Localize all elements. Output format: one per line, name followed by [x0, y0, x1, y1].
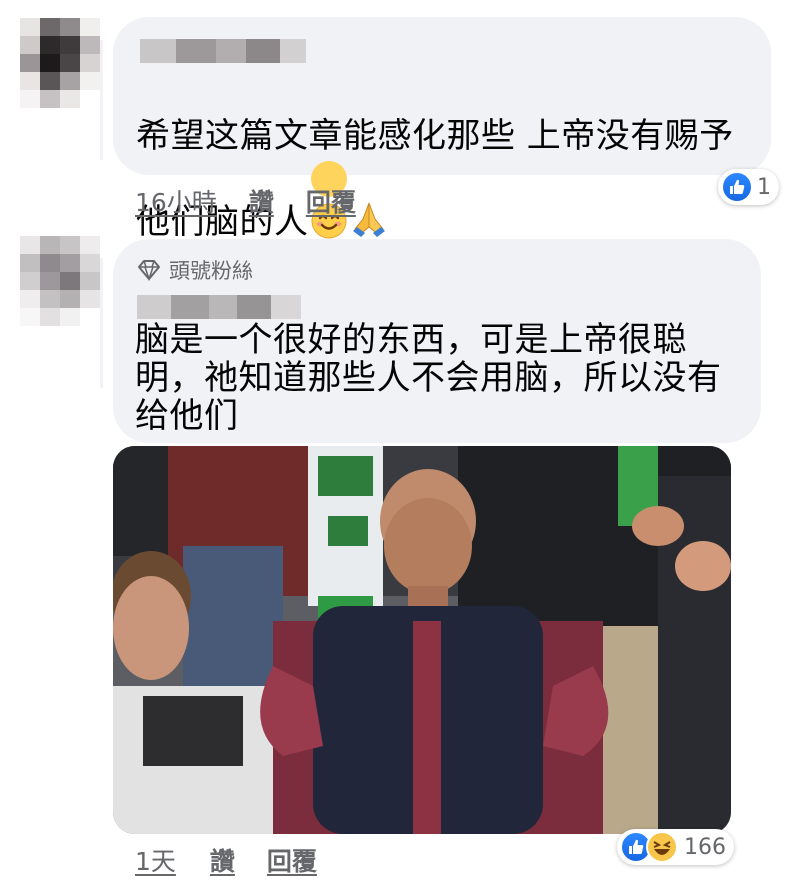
comment-timestamp[interactable]: 1天	[135, 842, 176, 878]
haha-reaction-icon	[646, 831, 678, 863]
commenter-name-blurred[interactable]	[137, 295, 301, 319]
reaction-count: 166	[684, 834, 726, 860]
commenter-name-blurred[interactable]	[140, 39, 306, 63]
meme-photo[interactable]	[113, 446, 731, 834]
comment-text: 脑是一个很好的东西，可是上帝很聪 明，祂知道那些人不会用脑，所以没有 给他们	[135, 320, 722, 436]
commenter-avatar-blurred[interactable]	[20, 18, 100, 108]
thread-line	[100, 258, 103, 388]
thread-line	[100, 40, 103, 160]
reaction-count: 1	[757, 174, 771, 200]
diamond-icon	[137, 259, 161, 281]
reply-button[interactable]: 回覆	[306, 183, 356, 219]
reaction-summary-2[interactable]: 166	[617, 829, 734, 865]
commenter-avatar-blurred[interactable]	[20, 236, 100, 326]
like-reaction-icon	[721, 171, 753, 203]
comment-timestamp[interactable]: 16小時	[135, 183, 217, 219]
comment-bubble-1[interactable]: 希望这篇文章能感化那些 上帝没有赐予 他们脑的人	[113, 17, 771, 242]
reaction-summary-1[interactable]: 1	[718, 169, 779, 205]
top-fan-badge[interactable]: 頭號粉絲	[137, 255, 253, 285]
like-button[interactable]: 讚	[210, 842, 235, 878]
reply-button[interactable]: 回覆	[267, 842, 317, 878]
comment-bubble-2[interactable]: 頭號粉絲 脑是一个很好的东西，可是上帝很聪 明，祂知道那些人不会用脑，所以没有 …	[113, 239, 761, 443]
like-button[interactable]: 讚	[249, 183, 274, 219]
comment-text-body: 希望这篇文章能感化那些 上帝没有赐予 他们脑的人	[136, 116, 734, 242]
comment-actions-2: 1天 讚 回覆	[135, 842, 317, 878]
badge-label: 頭號粉絲	[169, 259, 253, 283]
comment-actions-1: 16小時 讚 回覆	[135, 183, 356, 219]
